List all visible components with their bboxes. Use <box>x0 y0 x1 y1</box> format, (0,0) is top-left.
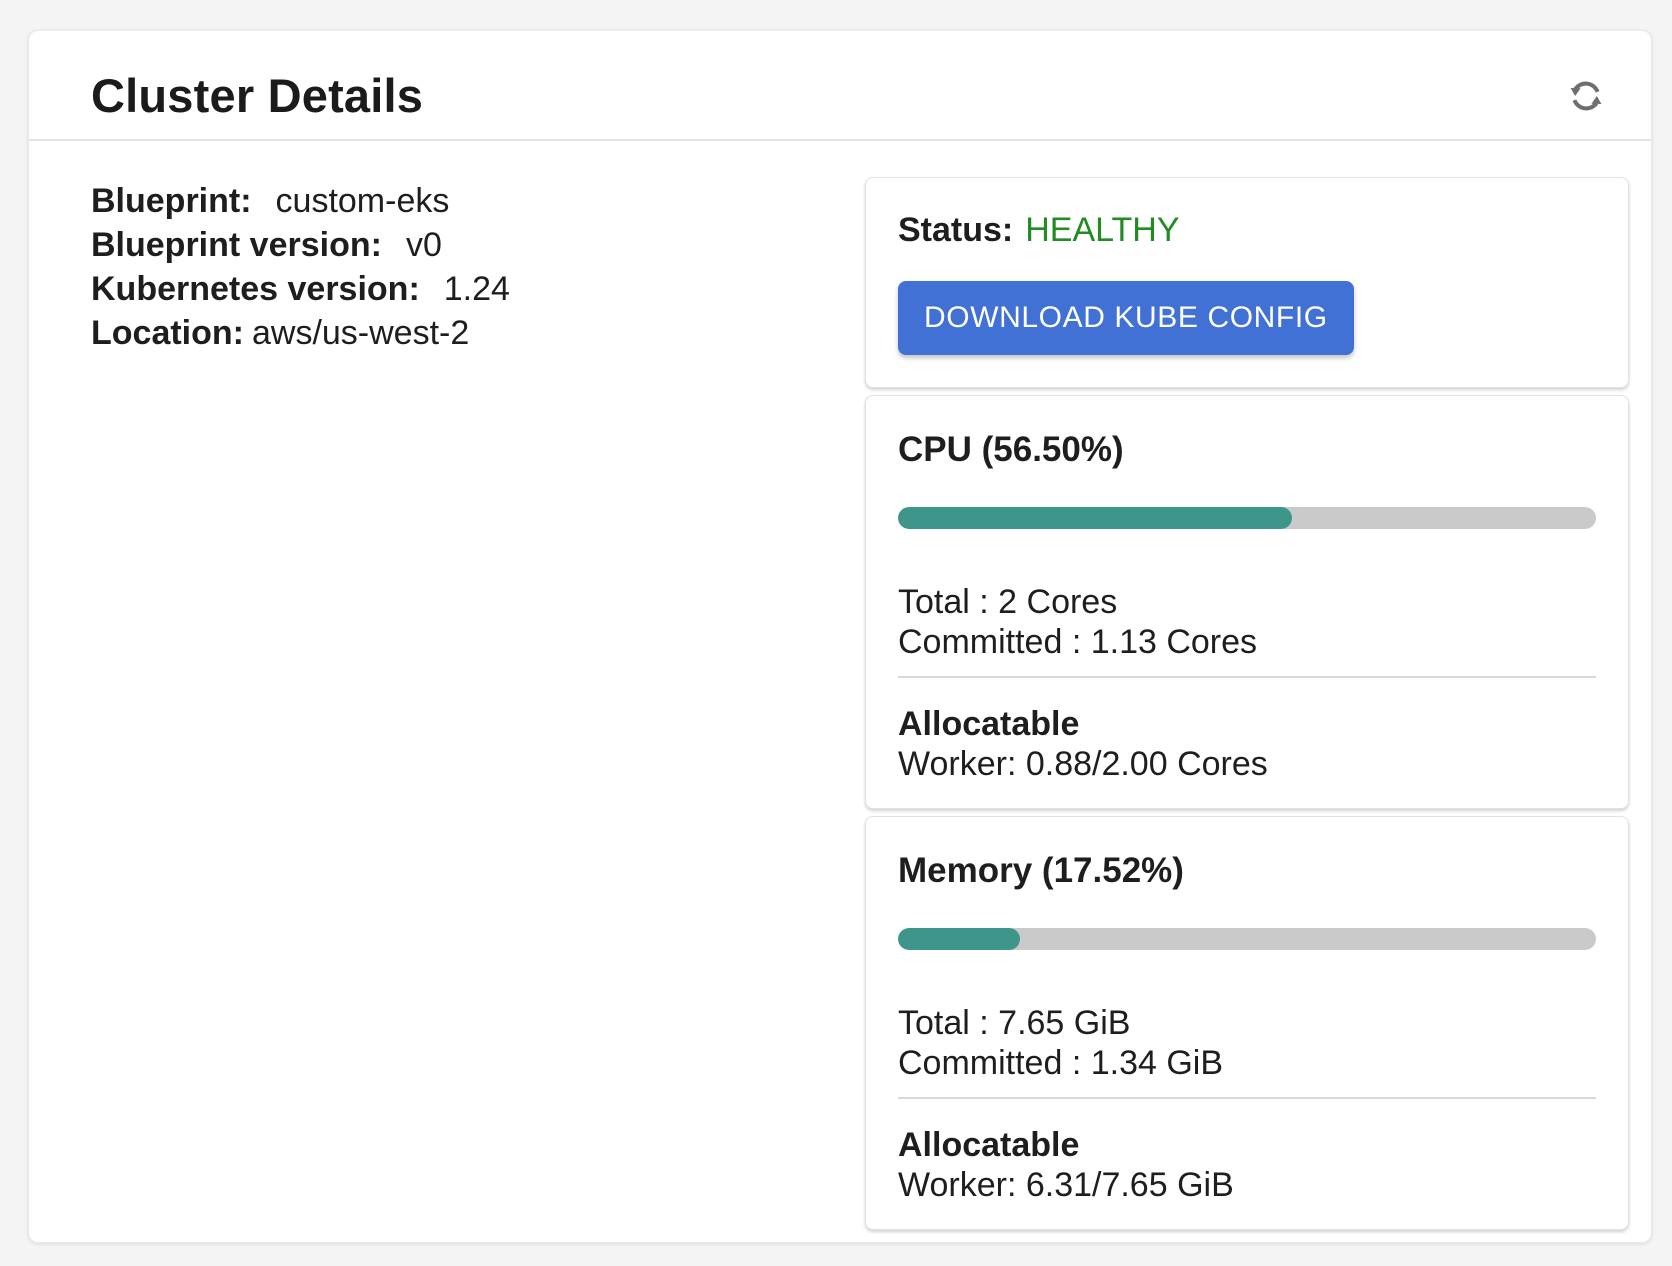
cpu-total: Total : 2 Cores <box>898 582 1596 622</box>
memory-committed: Committed : 1.34 GiB <box>898 1043 1596 1083</box>
memory-total: Total : 7.65 GiB <box>898 1003 1596 1043</box>
detail-label: Blueprint version: <box>91 226 382 264</box>
status-badge: HEALTHY <box>1025 211 1179 249</box>
memory-progress-fill <box>898 928 1020 950</box>
cpu-allocatable-worker: Worker: 0.88/2.00 Cores <box>898 744 1596 784</box>
cluster-details-list: Blueprint: custom-eks Blueprint version: v… <box>91 177 865 1230</box>
detail-label: Blueprint: <box>91 182 252 220</box>
detail-value: aws/us-west-2 <box>252 314 469 352</box>
status-card: Status: HEALTHY DOWNLOAD KUBE CONFIG <box>865 177 1629 388</box>
cpu-title: CPU (56.50%) <box>898 428 1596 472</box>
refresh-button[interactable] <box>1561 73 1611 119</box>
detail-row-blueprint: Blueprint: custom-eks <box>91 179 865 223</box>
status-label: Status: <box>898 211 1013 249</box>
cpu-progress-track <box>898 507 1596 529</box>
memory-title: Memory (17.52%) <box>898 849 1596 893</box>
page-title: Cluster Details <box>91 69 423 123</box>
cpu-allocatable-label: Allocatable <box>898 704 1596 744</box>
divider <box>898 1097 1596 1099</box>
card-header: Cluster Details <box>29 31 1651 141</box>
status-line: Status: HEALTHY <box>898 210 1596 250</box>
cpu-usage-card: CPU (56.50%) Total : 2 Cores Committed :… <box>865 395 1629 809</box>
detail-value: 1.24 <box>444 270 510 308</box>
detail-label: Kubernetes version: <box>91 270 420 308</box>
memory-usage-card: Memory (17.52%) Total : 7.65 GiB Committ… <box>865 816 1629 1230</box>
cpu-committed: Committed : 1.13 Cores <box>898 622 1596 662</box>
detail-label: Location: <box>91 314 244 352</box>
divider <box>898 676 1596 678</box>
right-cards-column: Status: HEALTHY DOWNLOAD KUBE CONFIG CPU … <box>865 177 1629 1230</box>
detail-row-location: Location:aws/us-west-2 <box>91 311 865 355</box>
cpu-progress-fill <box>898 507 1292 529</box>
memory-allocatable-worker: Worker: 6.31/7.65 GiB <box>898 1165 1596 1205</box>
refresh-icon <box>1563 105 1609 120</box>
cluster-details-card: Cluster Details Blueprint: custom-eks Blu… <box>28 30 1652 1243</box>
detail-value: custom-eks <box>276 182 450 220</box>
detail-value: v0 <box>406 226 442 264</box>
detail-row-kubernetes-version: Kubernetes version: 1.24 <box>91 267 865 311</box>
memory-allocatable-label: Allocatable <box>898 1125 1596 1165</box>
memory-progress-track <box>898 928 1596 950</box>
download-kube-config-button[interactable]: DOWNLOAD KUBE CONFIG <box>898 281 1354 355</box>
card-body: Blueprint: custom-eks Blueprint version: v… <box>29 141 1651 1230</box>
detail-row-blueprint-version: Blueprint version: v0 <box>91 223 865 267</box>
